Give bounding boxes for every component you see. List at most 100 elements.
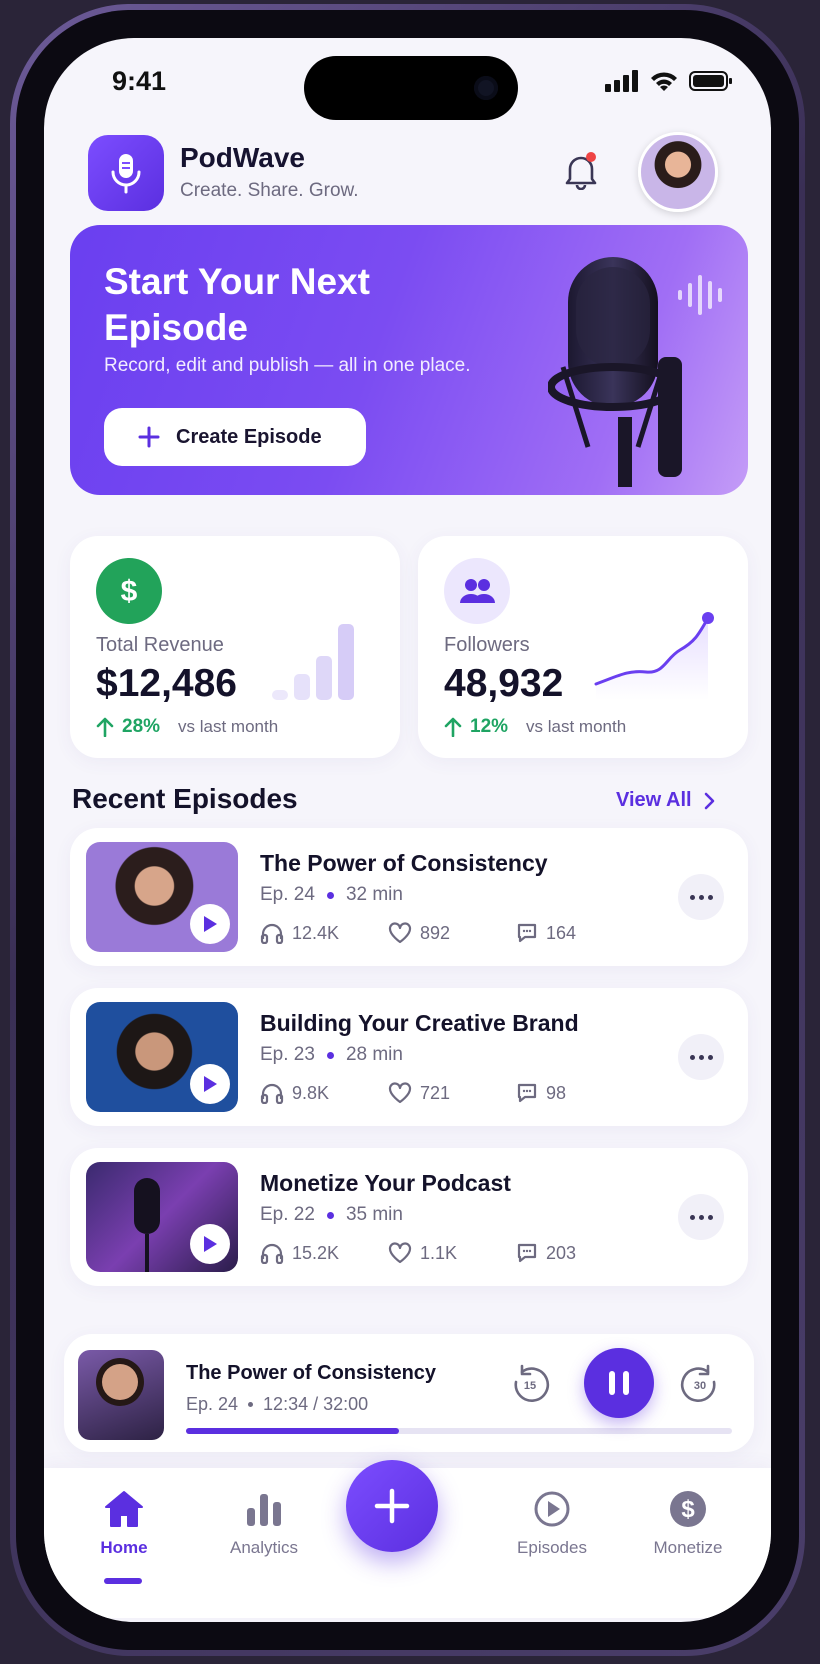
headphones-icon: [260, 1083, 284, 1104]
nav-analytics[interactable]: Analytics: [204, 1490, 324, 1558]
revenue-change: 28% vs last month: [96, 716, 278, 738]
separator-dot: [326, 891, 334, 899]
comment-icon: [517, 1083, 537, 1103]
add-button[interactable]: [346, 1460, 438, 1552]
episode-card[interactable]: The Power of Consistency Ep. 24 32 min 12…: [70, 828, 748, 966]
dynamic-island: [304, 56, 518, 120]
listens-stat: 15.2K: [260, 1242, 388, 1264]
more-options-button[interactable]: [678, 874, 724, 920]
followers-change-value: 12%: [470, 716, 509, 737]
bell-icon: [565, 152, 597, 190]
skip-forward-label: 30: [694, 1380, 706, 1392]
episode-meta: Ep. 22 35 min: [260, 1204, 403, 1226]
episode-stats: 15.2K 1.1K 203: [260, 1242, 644, 1264]
episode-title: Monetize Your Podcast: [260, 1170, 511, 1196]
episode-stats: 12.4K 892 164: [260, 922, 644, 944]
mini-player[interactable]: The Power of Consistency Ep. 24 12:34 / 3…: [64, 1334, 754, 1452]
revenue-label: Total Revenue: [96, 634, 224, 656]
nav-home-label: Home: [100, 1538, 148, 1557]
likes-count: 1.1K: [420, 1242, 458, 1263]
player-time: 12:34 / 32:00: [263, 1394, 369, 1414]
nav-monetize[interactable]: $ Monetize: [628, 1490, 748, 1558]
bottom-navigation: Home Analytics Episodes $ Monetize: [44, 1460, 771, 1618]
episode-title: The Power of Consistency: [260, 850, 548, 876]
separator-dot: [326, 1211, 334, 1219]
user-avatar[interactable]: [638, 132, 718, 212]
comments-count: 98: [546, 1082, 567, 1103]
chevron-right-icon: [704, 792, 714, 809]
arrow-up-icon: [444, 717, 462, 737]
progress-fill: [186, 1428, 399, 1434]
episode-stats: 9.8K 721 98: [260, 1082, 644, 1104]
app-screen: 9:41 PodWave Create. Share. Grow. Start …: [44, 38, 771, 1622]
heart-icon: [388, 922, 412, 944]
view-all-label: View All: [616, 789, 692, 811]
nav-episodes[interactable]: Episodes: [492, 1490, 612, 1558]
play-icon: [204, 916, 217, 932]
rewind-15-icon[interactable]: 15: [510, 1364, 550, 1404]
phone-frame: 9:41 PodWave Create. Share. Grow. Start …: [10, 4, 805, 1656]
episode-card[interactable]: Monetize Your Podcast Ep. 22 35 min 15.2K…: [70, 1148, 748, 1286]
wifi-icon: [651, 72, 677, 91]
episode-number: Ep. 22: [260, 1204, 315, 1225]
view-all-link[interactable]: View All: [616, 789, 716, 812]
revenue-change-value: 28%: [122, 716, 161, 737]
play-circle-icon: [534, 1491, 570, 1527]
episode-thumbnail: [86, 842, 238, 952]
episode-card[interactable]: Building Your Creative Brand Ep. 23 28 mi…: [70, 988, 748, 1126]
forward-30-icon[interactable]: 30: [680, 1364, 720, 1404]
listens-stat: 12.4K: [260, 922, 388, 944]
play-button[interactable]: [190, 904, 230, 944]
episode-duration: 28 min: [345, 1044, 403, 1065]
skip-back-label: 15: [524, 1380, 536, 1392]
followers-vs-label: vs last month: [526, 717, 627, 736]
progress-bar[interactable]: [186, 1428, 732, 1434]
create-episode-button[interactable]: Create Episode: [104, 408, 366, 466]
followers-card[interactable]: Followers 48,932 12% vs last month: [418, 536, 748, 758]
home-icon: [105, 1491, 143, 1527]
svg-text:$: $: [121, 575, 138, 608]
svg-text:$: $: [681, 1496, 695, 1523]
comments-stat: 164: [516, 922, 644, 944]
likes-stat: 1.1K: [388, 1242, 516, 1264]
battery-icon: [689, 71, 732, 91]
revenue-bar-chart: [272, 624, 354, 700]
comments-count: 203: [546, 1242, 577, 1263]
player-episode: Ep. 24: [186, 1394, 239, 1414]
nav-home[interactable]: Home: [64, 1490, 184, 1558]
separator-dot: [326, 1051, 334, 1059]
app-logo[interactable]: [88, 135, 164, 211]
listens-count: 9.8K: [292, 1082, 330, 1103]
player-title: The Power of Consistency: [186, 1362, 437, 1384]
play-icon: [204, 1236, 217, 1252]
app-name: PodWave: [180, 142, 305, 173]
more-options-button[interactable]: [678, 1194, 724, 1240]
followers-change: 12% vs last month: [444, 716, 626, 738]
nav-episodes-label: Episodes: [517, 1538, 587, 1557]
pause-button[interactable]: [584, 1348, 654, 1418]
more-options-button[interactable]: [678, 1034, 724, 1080]
likes-stat: 892: [388, 922, 516, 944]
dollar-circle-icon: $: [670, 1491, 706, 1527]
listens-stat: 9.8K: [260, 1082, 388, 1104]
status-icons: [605, 70, 733, 92]
comments-count: 164: [546, 922, 577, 943]
nav-analytics-label: Analytics: [229, 1538, 299, 1557]
episode-title: Building Your Creative Brand: [260, 1010, 579, 1036]
revenue-card[interactable]: $ Total Revenue $12,486 28% vs last mont…: [70, 536, 400, 758]
headphones-icon: [260, 1243, 284, 1264]
play-button[interactable]: [190, 1064, 230, 1104]
play-button[interactable]: [190, 1224, 230, 1264]
signal-icon: [605, 70, 638, 92]
heart-icon: [388, 1242, 412, 1264]
recent-episodes-title: Recent Episodes: [72, 783, 298, 814]
followers-label: Followers: [444, 634, 530, 656]
plus-icon: [138, 426, 160, 448]
episode-thumbnail: [86, 1002, 238, 1112]
episode-meta: Ep. 23 28 min: [260, 1044, 403, 1066]
plus-icon: [374, 1488, 410, 1524]
followers-value: 48,932: [444, 662, 564, 705]
notifications-button[interactable]: [556, 146, 606, 196]
hero-banner: Start Your Next Episode Record, edit and…: [70, 225, 748, 495]
status-time: 9:41: [112, 66, 167, 96]
